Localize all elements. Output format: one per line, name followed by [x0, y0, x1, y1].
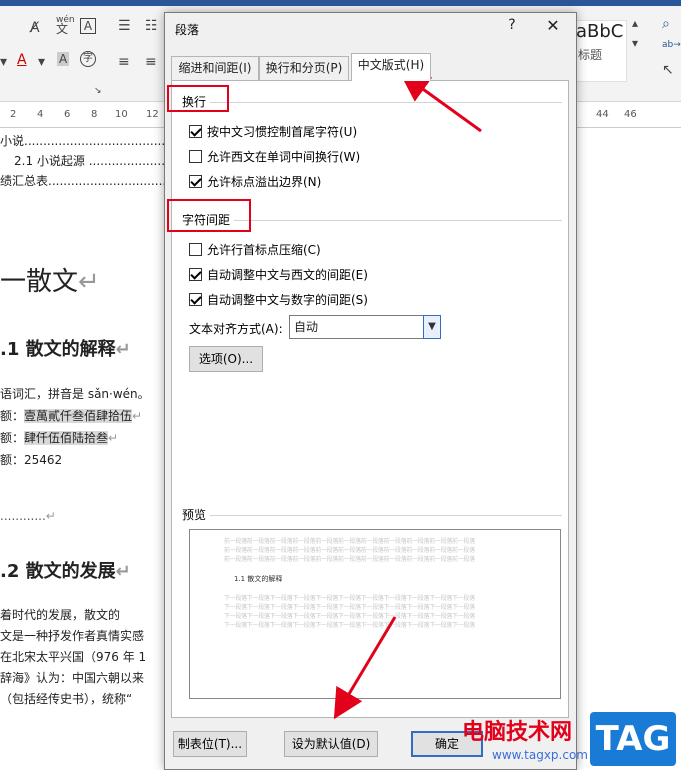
watermark-site-name: 电脑技术网 — [462, 720, 573, 745]
arrow-to-set-default — [333, 616, 397, 720]
watermark-tag-logo: TAG — [590, 712, 676, 766]
arrow-to-tab — [399, 71, 482, 133]
tab-asian-typography[interactable]: 中文版式(H) — [351, 53, 431, 81]
watermark-url: www.tagxp.com — [492, 748, 588, 762]
annotation-arrows — [333, 71, 482, 720]
